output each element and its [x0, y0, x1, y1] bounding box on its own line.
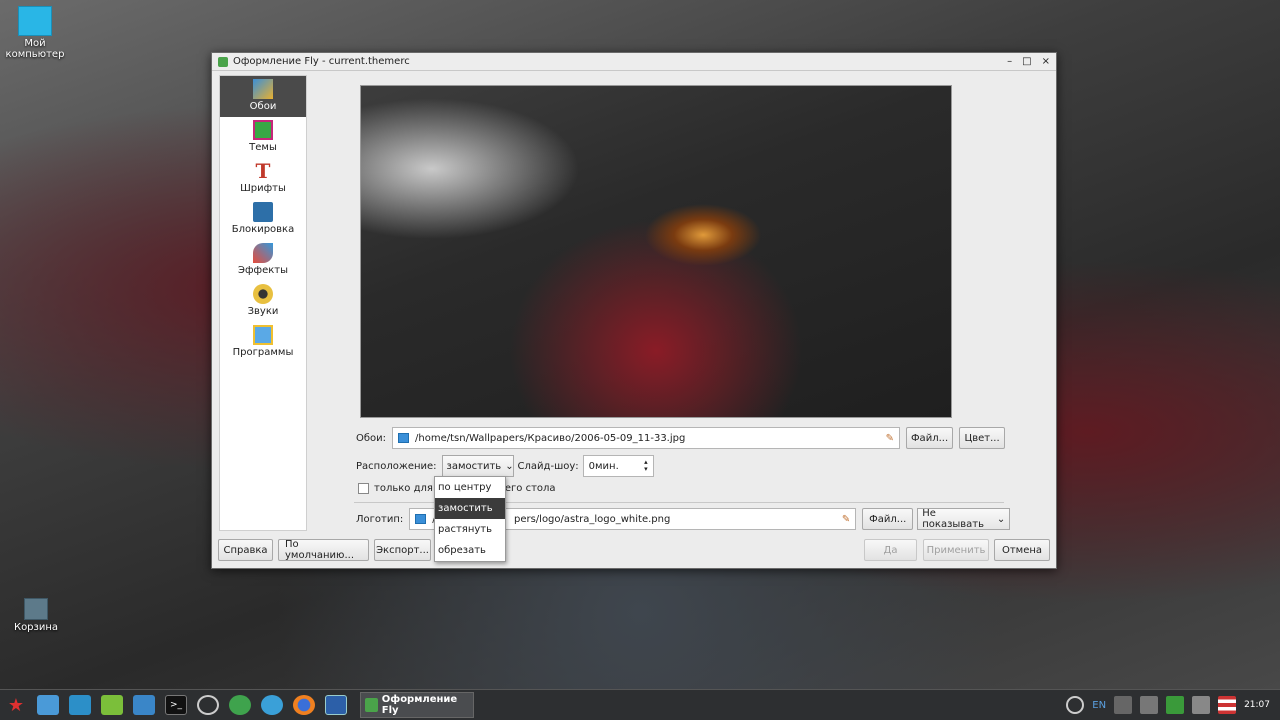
desktop-icon-label: Мой компьютер	[5, 38, 65, 60]
programs-icon	[253, 325, 273, 345]
app-icon	[218, 56, 228, 67]
logo-show-combo[interactable]: Не показывать ⌄	[917, 508, 1011, 530]
app-icon	[365, 698, 378, 712]
clear-brush-icon[interactable]: ✎	[842, 514, 850, 525]
network-wired-icon[interactable]	[1192, 696, 1211, 714]
chevron-down-icon: ⌄	[996, 513, 1006, 525]
placement-combo[interactable]: замостить ⌄	[441, 455, 514, 477]
spin-arrows-icon[interactable]: ▴ ▾	[644, 459, 648, 473]
sidebar: Обои Темы T Шрифты Блокировка Эффекты Зв…	[219, 75, 307, 531]
placement-label: Расположение:	[356, 460, 437, 472]
slideshow-spinbox[interactable]: 0мин. ▴ ▾	[582, 455, 654, 477]
tray-edit-icon[interactable]	[1114, 696, 1133, 714]
logo-path-end: pers/logo/astra_logo_white.png	[513, 513, 671, 525]
android-icon[interactable]	[101, 695, 123, 715]
dropdown-option[interactable]: обрезать	[435, 540, 505, 561]
desktop-only-checkbox[interactable]	[358, 483, 369, 494]
wallpaper-row: Обои: /home/tsn/Wallpapers/Красиво/2006-…	[356, 427, 1006, 449]
fonts-icon: T	[255, 159, 271, 183]
placement-row: Расположение: замостить ⌄ Слайд-шоу: 0ми…	[356, 455, 654, 477]
keyboard-layout[interactable]: EN	[1092, 700, 1106, 711]
sidebar-item-programs[interactable]: Программы	[220, 322, 306, 363]
clear-brush-icon[interactable]: ✎	[886, 433, 894, 444]
help-button[interactable]: Справка	[218, 539, 273, 561]
themes-icon	[253, 120, 273, 140]
color-button[interactable]: Цвет...	[959, 427, 1006, 449]
sidebar-item-fonts[interactable]: T Шрифты	[220, 158, 306, 199]
checkbox-label-start: только для т	[374, 483, 442, 494]
bug-icon[interactable]	[229, 695, 251, 715]
monitor-icon[interactable]	[133, 695, 155, 715]
usb-icon[interactable]	[1140, 696, 1159, 714]
sidebar-item-wallpaper[interactable]: Обои	[220, 76, 306, 117]
sidebar-item-sounds[interactable]: Звуки	[220, 281, 306, 322]
defaults-button[interactable]: По умолчанию...	[278, 539, 369, 561]
start-menu-icon[interactable]: ★	[5, 695, 27, 716]
minimize-button[interactable]: –	[1007, 56, 1012, 67]
dropdown-option-highlighted[interactable]: замостить	[435, 498, 505, 519]
apply-button[interactable]: Применить	[923, 539, 989, 561]
desktop-icon-my-computer[interactable]: Мой компьютер	[0, 6, 70, 60]
image-file-icon	[415, 514, 427, 524]
sidebar-item-lock[interactable]: Блокировка	[220, 199, 306, 240]
wallpaper-preview	[360, 85, 952, 418]
effects-icon	[253, 243, 273, 263]
placement-dropdown-list: по центру замостить растянуть обрезать	[434, 476, 506, 562]
yes-button[interactable]: Да	[864, 539, 917, 561]
dropdown-option[interactable]: по центру	[435, 477, 505, 498]
sidebar-item-themes[interactable]: Темы	[220, 117, 306, 158]
taskbar-window-button[interactable]: Оформление Fly	[360, 692, 474, 718]
logo-file-button[interactable]: Файл...	[862, 508, 914, 530]
firefox-icon[interactable]	[293, 695, 315, 715]
computer-icon	[18, 6, 52, 36]
export-button[interactable]: Экспорт...	[374, 539, 431, 561]
clock[interactable]: 21:07	[1244, 700, 1270, 710]
us-flag-icon[interactable]	[1218, 696, 1237, 714]
desktop-icon-label: Корзина	[13, 622, 59, 633]
image-file-icon	[398, 433, 410, 443]
sounds-icon	[253, 284, 273, 304]
checkbox-label-end: его стола	[504, 483, 556, 494]
appearance-window: Оформление Fly - current.themerc – □ × О…	[211, 52, 1057, 569]
tray-browser-icon[interactable]	[1066, 696, 1085, 714]
file-manager-icon[interactable]	[37, 695, 59, 715]
maximize-button[interactable]: □	[1022, 56, 1031, 67]
wallpaper-file-button[interactable]: Файл...	[906, 427, 954, 449]
window-titlebar[interactable]: Оформление Fly - current.themerc – □ ×	[212, 53, 1056, 71]
cancel-button[interactable]: Отмена	[994, 539, 1050, 561]
chevron-down-icon: ⌄	[505, 460, 514, 472]
browser-icon[interactable]	[197, 695, 219, 715]
lock-screen-icon	[253, 202, 273, 222]
network-icon[interactable]	[261, 695, 283, 715]
wallpaper-path-field[interactable]: /home/tsn/Wallpapers/Красиво/2006-05-09_…	[392, 427, 901, 449]
system-tray: EN 21:07	[1066, 696, 1280, 714]
terminal-icon[interactable]: >_	[165, 695, 187, 715]
window-title: Оформление Fly - current.themerc	[233, 56, 410, 67]
wallpaper-icon	[253, 79, 273, 99]
taskbar: ★ >_ Оформление Fly EN 21:07	[0, 689, 1280, 720]
slideshow-label: Слайд-шоу:	[517, 460, 579, 472]
desktop-icon[interactable]	[69, 695, 91, 715]
desktop-icon-trash[interactable]: Корзина	[1, 598, 71, 633]
trash-icon	[24, 598, 48, 620]
wallpaper-label: Обои:	[356, 432, 387, 444]
sidebar-item-effects[interactable]: Эффекты	[220, 240, 306, 281]
logo-label: Логотип:	[356, 513, 404, 525]
volume-icon[interactable]	[1166, 696, 1185, 714]
workspaces-icon[interactable]	[325, 695, 347, 715]
close-button[interactable]: ×	[1042, 56, 1050, 67]
dropdown-option[interactable]: растянуть	[435, 519, 505, 540]
